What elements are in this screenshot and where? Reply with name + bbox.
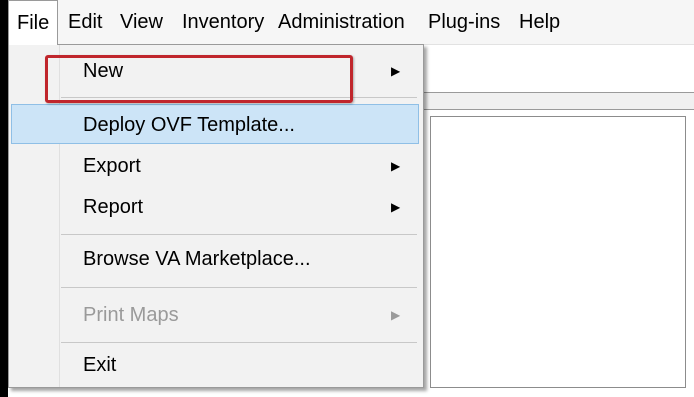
menu-separator [61,234,417,235]
menu-item-report[interactable]: Report ▶ [11,187,419,227]
window-frame-left [0,0,8,397]
menu-separator [61,287,417,288]
app-content-pane [430,116,686,388]
chevron-right-icon: ▶ [391,64,401,78]
menu-item-label: Print Maps [83,304,179,326]
menu-item-exit[interactable]: Exit [11,345,419,385]
menu-view[interactable]: View [112,0,171,44]
menu-administration[interactable]: Administration [270,0,413,44]
highlight-callout-box [45,55,353,103]
menu-item-export[interactable]: Export ▶ [11,146,419,186]
menu-item-browse-va-marketplace[interactable]: Browse VA Marketplace... [11,239,419,279]
chevron-right-icon: ▶ [391,308,401,322]
menu-item-label: Deploy OVF Template... [83,114,295,136]
chevron-right-icon: ▶ [391,200,401,214]
menu-item-label: Exit [83,354,117,376]
menu-help[interactable]: Help [511,0,568,44]
menu-plugins[interactable]: Plug-ins [420,0,508,44]
menu-inventory[interactable]: Inventory [174,0,272,44]
chevron-right-icon: ▶ [391,159,401,173]
menu-edit[interactable]: Edit [60,0,110,44]
menu-item-label: Export [83,155,141,177]
menu-file[interactable]: File [8,0,59,45]
menu-item-label: Report [83,196,144,218]
menu-item-label: Browse VA Marketplace... [83,248,311,270]
menu-item-print-maps[interactable]: Print Maps ▶ [11,295,419,335]
menu-item-deploy-ovf-template[interactable]: Deploy OVF Template... [11,104,419,144]
menu-bar: File Edit View Inventory Administration … [8,0,694,45]
menu-separator [61,342,417,343]
